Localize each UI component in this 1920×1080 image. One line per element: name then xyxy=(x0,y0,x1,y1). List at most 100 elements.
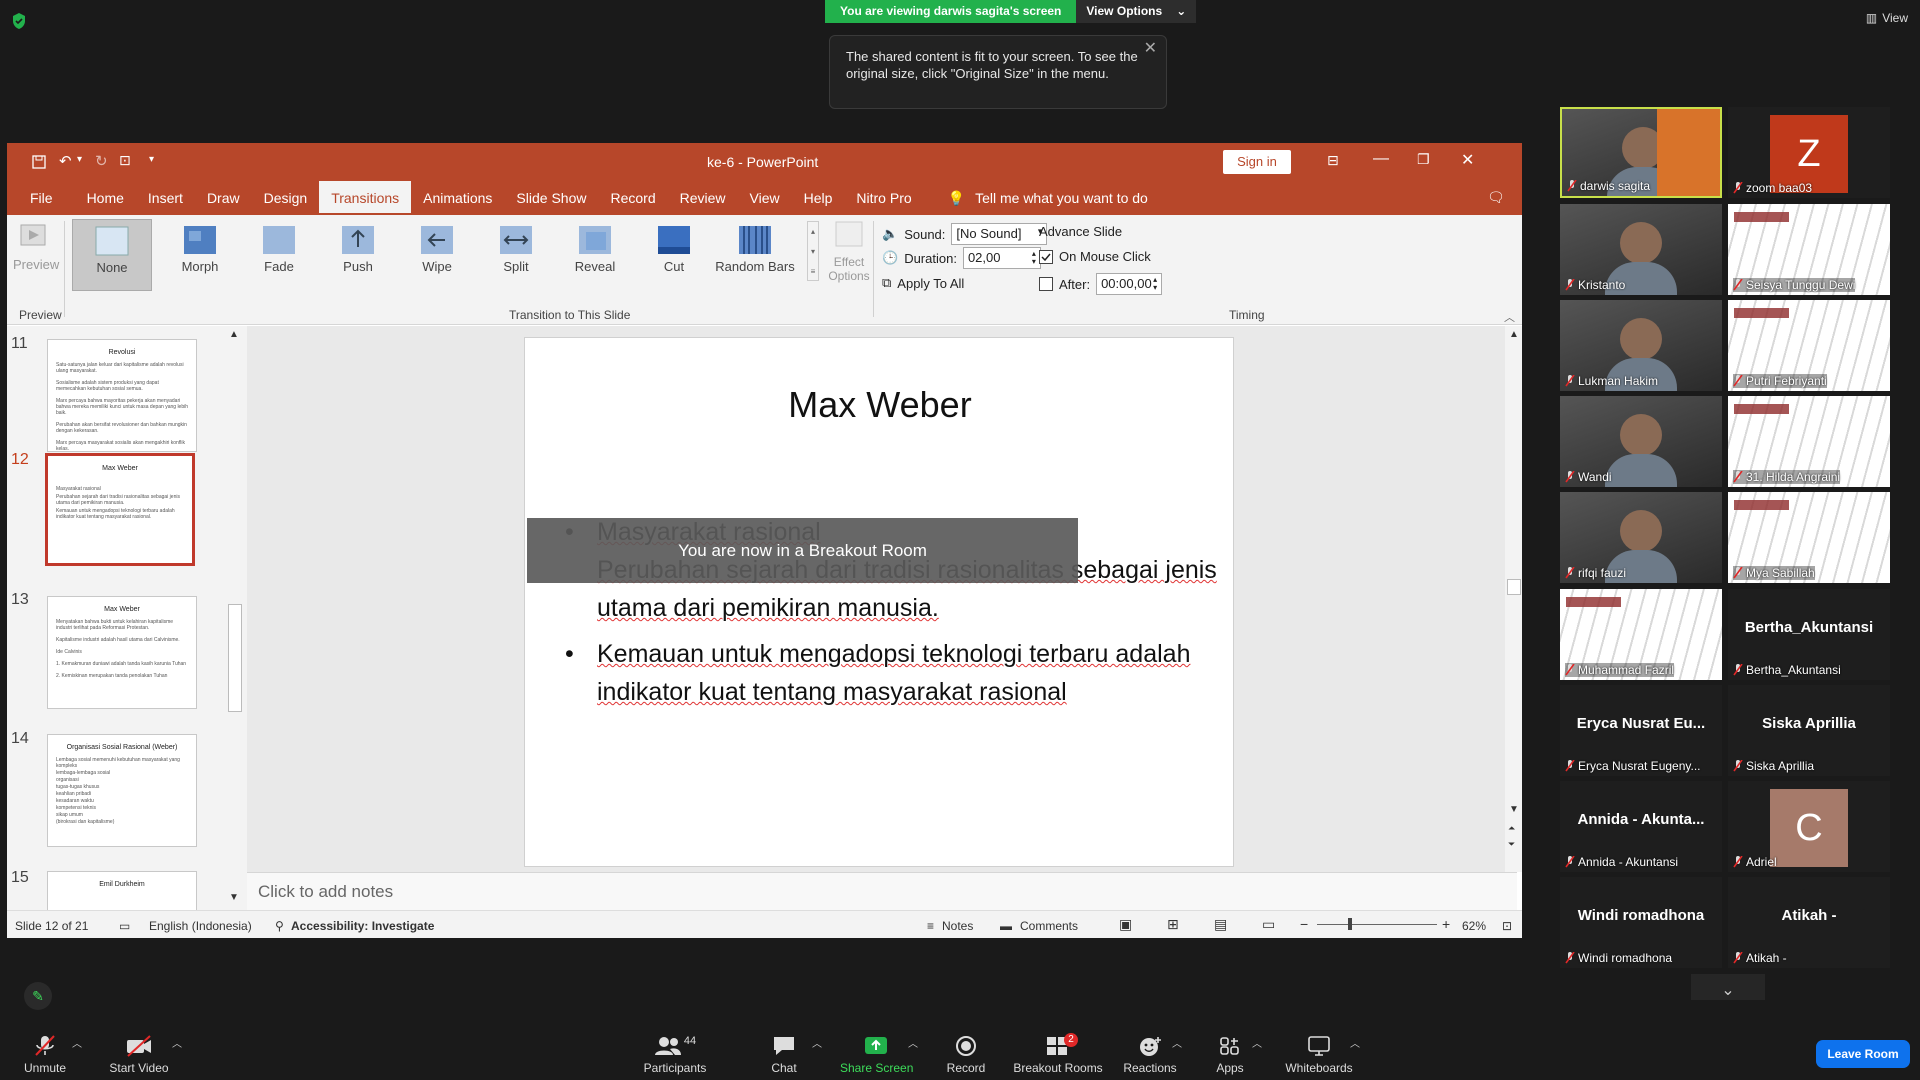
transition-random-bars-button[interactable]: Random Bars xyxy=(707,223,803,274)
slide-thumbnail[interactable]: Emil Durkheim xyxy=(47,871,197,911)
participant-tile[interactable]: Kristanto xyxy=(1560,204,1722,295)
notes-toggle[interactable]: Notes xyxy=(942,919,973,933)
leave-room-button[interactable]: Leave Room xyxy=(1816,1040,1910,1068)
apply-all-button[interactable]: ⧉ Apply To All xyxy=(882,275,964,291)
participant-tile[interactable]: Muhammad Fazril xyxy=(1560,589,1722,680)
tab-transitions[interactable]: Transitions xyxy=(319,181,412,215)
fit-to-window-icon[interactable]: ⊡ xyxy=(1502,919,1512,933)
scroll-up-icon[interactable]: ▲ xyxy=(1509,329,1519,340)
customize-toolbar-icon[interactable]: ▾ xyxy=(149,154,154,165)
gallery-scroll[interactable]: ▴ ▾ ≡ xyxy=(807,221,819,281)
participant-tile[interactable]: Atikah - Atikah - xyxy=(1728,877,1890,968)
normal-view-icon[interactable]: ▣ xyxy=(1119,916,1132,933)
participant-tile[interactable]: darwis sagita xyxy=(1560,107,1722,198)
comments-icon[interactable]: 🗨 xyxy=(1487,189,1505,206)
transition-wipe-button[interactable]: Wipe xyxy=(397,223,477,274)
slide-thumbnail[interactable]: Organisasi Sosial Rasional (Weber) Lemba… xyxy=(47,734,197,847)
tab-review[interactable]: Review xyxy=(668,181,738,215)
slide-thumbnail-selected[interactable]: Max Weber Masyarakat rasional Perubahan … xyxy=(45,453,195,566)
slide-title[interactable]: Max Weber xyxy=(525,384,1235,426)
zoom-slider[interactable] xyxy=(1317,924,1437,925)
thumbnails-scrollbar[interactable]: ▲ ▼ xyxy=(225,326,243,910)
tell-me-search[interactable]: 💡 Tell me what you want to do xyxy=(924,181,1160,215)
accessibility-status[interactable]: Accessibility: Investigate xyxy=(291,919,434,933)
slide-sorter-icon[interactable]: ⊞ xyxy=(1167,916,1179,933)
tab-slide-show[interactable]: Slide Show xyxy=(504,181,598,215)
slide-show-icon[interactable]: ▭ xyxy=(1262,916,1275,933)
participant-tile[interactable]: Annida - Akunta... Annida - Akuntansi xyxy=(1560,781,1722,872)
chat-button[interactable]: Chat xyxy=(768,1035,800,1075)
language-status[interactable]: English (Indonesia) xyxy=(149,919,252,933)
scroll-thumb[interactable] xyxy=(228,604,242,712)
slide-canvas[interactable]: Max Weber • Masyarakat rasional Perubaha… xyxy=(524,337,1234,867)
transition-none-button[interactable]: None xyxy=(72,219,152,291)
annotate-pencil-icon[interactable]: ✎ xyxy=(24,982,52,1010)
preview-button[interactable]: Preview xyxy=(13,221,59,272)
restore-icon[interactable]: ❐ xyxy=(1417,151,1430,168)
view-button[interactable]: ▥ View xyxy=(1866,11,1908,25)
participant-tile[interactable]: Bertha_Akuntansi Bertha_Akuntansi xyxy=(1728,589,1890,680)
whiteboards-options-chevron-icon[interactable]: ︿ xyxy=(1350,1035,1360,1050)
chat-options-chevron-icon[interactable]: ︿ xyxy=(812,1035,822,1050)
transition-split-button[interactable]: Split xyxy=(476,223,556,274)
tab-animations[interactable]: Animations xyxy=(411,181,504,215)
sound-select[interactable]: [No Sound] ▾ xyxy=(951,223,1048,245)
tab-home[interactable]: Home xyxy=(75,181,136,215)
ribbon-display-icon[interactable]: ⊟ xyxy=(1327,152,1339,169)
start-video-button[interactable]: Start Video xyxy=(108,1035,170,1075)
start-from-beginning-icon[interactable]: ⊡ xyxy=(119,152,131,169)
notes-pane[interactable]: Click to add notes xyxy=(247,872,1517,910)
tab-help[interactable]: Help xyxy=(792,181,845,215)
scroll-down-icon[interactable]: ▼ xyxy=(229,892,239,903)
tab-view[interactable]: View xyxy=(738,181,792,215)
slide-thumbnail[interactable]: Revolusi Satu-satunya jalan keluar dari … xyxy=(47,339,197,452)
tab-design[interactable]: Design xyxy=(252,181,320,215)
collapse-ribbon-icon[interactable]: ︿ xyxy=(1504,309,1515,325)
share-options-chevron-icon[interactable]: ︿ xyxy=(908,1035,918,1050)
reading-view-icon[interactable]: ▤ xyxy=(1214,916,1227,933)
undo-dropdown-icon[interactable]: ▾ xyxy=(77,154,82,165)
zoom-slider-thumb[interactable] xyxy=(1348,918,1352,930)
participant-tile[interactable]: C Adriel xyxy=(1728,781,1890,872)
scroll-thumb[interactable] xyxy=(1507,579,1521,595)
transition-reveal-button[interactable]: Reveal xyxy=(555,223,635,274)
transition-cut-button[interactable]: Cut xyxy=(634,223,714,274)
tab-file[interactable]: File xyxy=(7,181,75,215)
view-options-button[interactable]: View Options ⌄ xyxy=(1076,0,1197,23)
tab-record[interactable]: Record xyxy=(598,181,667,215)
participants-button[interactable]: 44 Participants xyxy=(642,1035,708,1075)
save-icon[interactable] xyxy=(31,154,47,170)
editor-scrollbar[interactable]: ▲ ▼ ⏶ ⏷ xyxy=(1505,326,1522,872)
record-button[interactable]: Record xyxy=(946,1035,986,1075)
audio-options-chevron-icon[interactable]: ︿ xyxy=(72,1035,82,1050)
participant-tile[interactable]: Siska Aprillia Siska Aprillia xyxy=(1728,685,1890,776)
tab-insert[interactable]: Insert xyxy=(136,181,195,215)
zoom-out-icon[interactable]: − xyxy=(1300,916,1308,932)
comments-toggle[interactable]: Comments xyxy=(1020,919,1078,933)
participant-tile[interactable]: 31. Hilda Angraini xyxy=(1728,396,1890,487)
apps-button[interactable]: Apps xyxy=(1212,1035,1248,1075)
participant-tile[interactable]: rifqi fauzi xyxy=(1560,492,1722,583)
tab-nitro-pro[interactable]: Nitro Pro xyxy=(844,181,923,215)
redo-icon[interactable]: ↻ xyxy=(95,152,108,170)
zoom-level[interactable]: 62% xyxy=(1462,919,1486,933)
unmute-button[interactable]: Unmute xyxy=(22,1035,68,1075)
share-screen-button[interactable]: Share Screen xyxy=(840,1035,913,1075)
shield-icon[interactable] xyxy=(12,13,26,29)
whiteboards-button[interactable]: Whiteboards xyxy=(1284,1035,1354,1075)
participant-tile[interactable]: Lukman Hakim xyxy=(1560,300,1722,391)
participant-tile[interactable]: Seisya Tunggu Dewi xyxy=(1728,204,1890,295)
close-icon[interactable]: ✕ xyxy=(1144,40,1157,57)
participant-tile[interactable]: Mya Sabillah xyxy=(1728,492,1890,583)
effect-options-button[interactable]: Effect Options xyxy=(819,219,879,283)
after-checkbox[interactable] xyxy=(1039,277,1053,291)
reactions-options-chevron-icon[interactable]: ︿ xyxy=(1172,1035,1182,1050)
zoom-in-icon[interactable]: + xyxy=(1442,916,1450,932)
scroll-up-icon[interactable]: ▲ xyxy=(229,329,239,340)
duration-stepper[interactable]: 02,00 ▴ ▾ xyxy=(962,247,1041,269)
participant-tile[interactable]: Putri Febriyanti xyxy=(1728,300,1890,391)
transition-fade-button[interactable]: Fade xyxy=(239,223,319,274)
participant-tile[interactable]: Wandi xyxy=(1560,396,1722,487)
after-stepper[interactable]: 00:00,00 ▴ ▾ xyxy=(1096,273,1163,295)
transition-push-button[interactable]: Push xyxy=(318,223,398,274)
